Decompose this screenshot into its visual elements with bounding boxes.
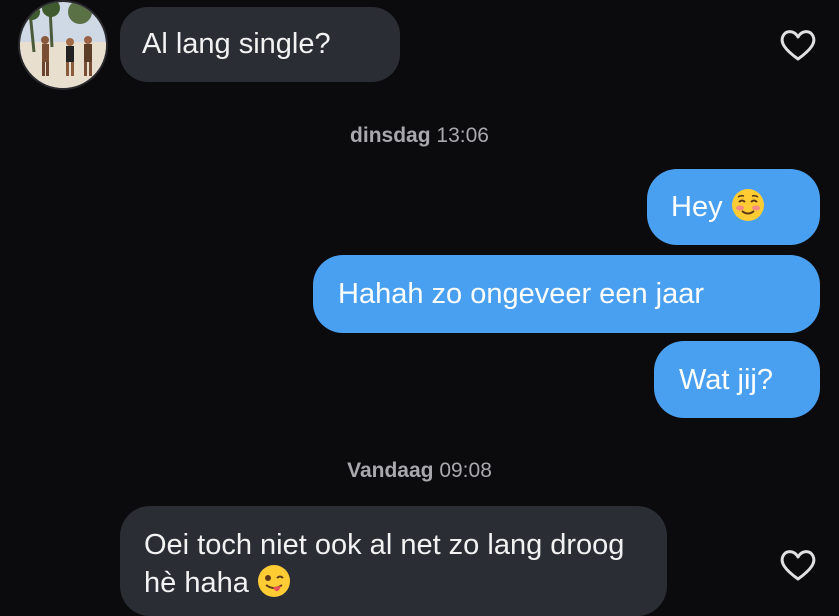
smiling-face-with-blush-icon [731,189,764,221]
chat-thread: Al lang single? dinsdag 13:06 Hey Hahah … [0,0,839,616]
separator-day: dinsdag [350,124,431,147]
date-separator: Vandaag 09:08 [0,459,839,483]
heart-outline-icon[interactable] [778,545,818,585]
avatar[interactable] [20,2,106,88]
message-text: Oei toch niet ook al net zo lang droog h… [144,529,625,599]
message-bubble-outgoing[interactable]: Hey [647,169,820,245]
winking-face-with-tongue-icon [257,565,290,597]
message-text: Wat jij? [679,364,773,396]
avatar-photo [20,2,106,88]
message-text: Hahah zo ongeveer een jaar [338,278,704,310]
separator-day: Vandaag [347,459,434,482]
message-text: Hey [671,191,723,223]
message-bubble-outgoing[interactable]: Wat jij? [654,341,820,418]
separator-time: 13:06 [436,124,489,147]
separator-time: 09:08 [439,459,492,482]
message-bubble-outgoing[interactable]: Hahah zo ongeveer een jaar [313,255,820,333]
heart-outline-icon[interactable] [778,25,818,65]
message-bubble-incoming[interactable]: Al lang single? [120,7,400,82]
message-text: Al lang single? [142,28,331,60]
date-separator: dinsdag 13:06 [0,124,839,148]
